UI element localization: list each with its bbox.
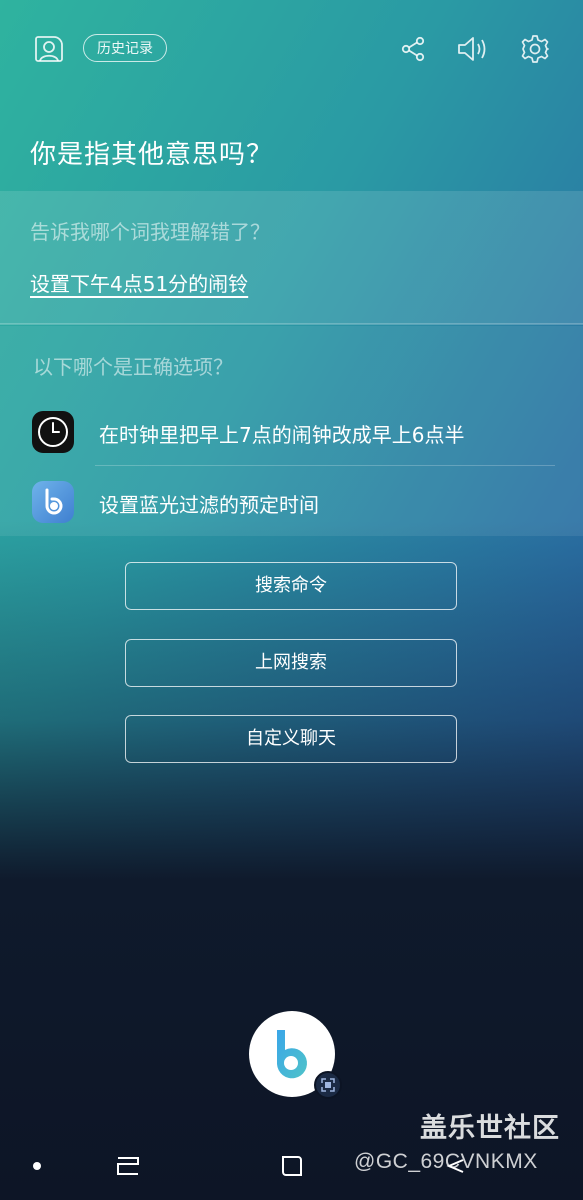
option-label: 在时钟里把早上7点的闹钟改成早上6点半	[99, 423, 465, 447]
misheard-prompt: 告诉我哪个词我理解错了？	[30, 220, 270, 244]
web-search-button[interactable]: 上网搜索	[125, 639, 457, 687]
share-icon[interactable]	[396, 32, 430, 66]
bixby-app-icon	[32, 481, 74, 523]
search-command-button[interactable]: 搜索命令	[125, 562, 457, 610]
home-icon[interactable]	[275, 1148, 309, 1184]
profile-icon[interactable]	[31, 32, 65, 66]
option-divider	[95, 465, 555, 466]
recent-apps-icon[interactable]	[112, 1148, 144, 1184]
settings-icon[interactable]	[518, 32, 552, 66]
back-icon[interactable]	[440, 1148, 470, 1184]
section-divider	[0, 323, 583, 325]
question-title: 你是指其他意思吗？	[30, 140, 274, 170]
option-item-blue-light[interactable]: 设置蓝光过滤的预定时间	[0, 475, 583, 533]
bixby-logo-icon	[277, 1030, 307, 1079]
history-button[interactable]: 历史记录	[83, 34, 167, 62]
options-prompt: 以下哪个是正确选项？	[33, 355, 233, 379]
volume-icon[interactable]	[456, 32, 490, 66]
option-label: 设置蓝光过滤的预定时间	[99, 493, 319, 517]
option-item-clock[interactable]: 在时钟里把早上7点的闹钟改成早上6点半	[0, 405, 583, 463]
custom-chat-button[interactable]: 自定义聊天	[125, 715, 457, 763]
screen-capture-icon[interactable]	[314, 1071, 342, 1099]
misheard-text-link[interactable]: 设置下午4点51分的闹铃	[30, 268, 248, 297]
nav-dot-icon[interactable]	[28, 1148, 46, 1184]
watermark-title: 盖乐世社区	[420, 1113, 560, 1144]
misheard-panel	[0, 191, 583, 324]
clock-icon	[32, 411, 74, 453]
